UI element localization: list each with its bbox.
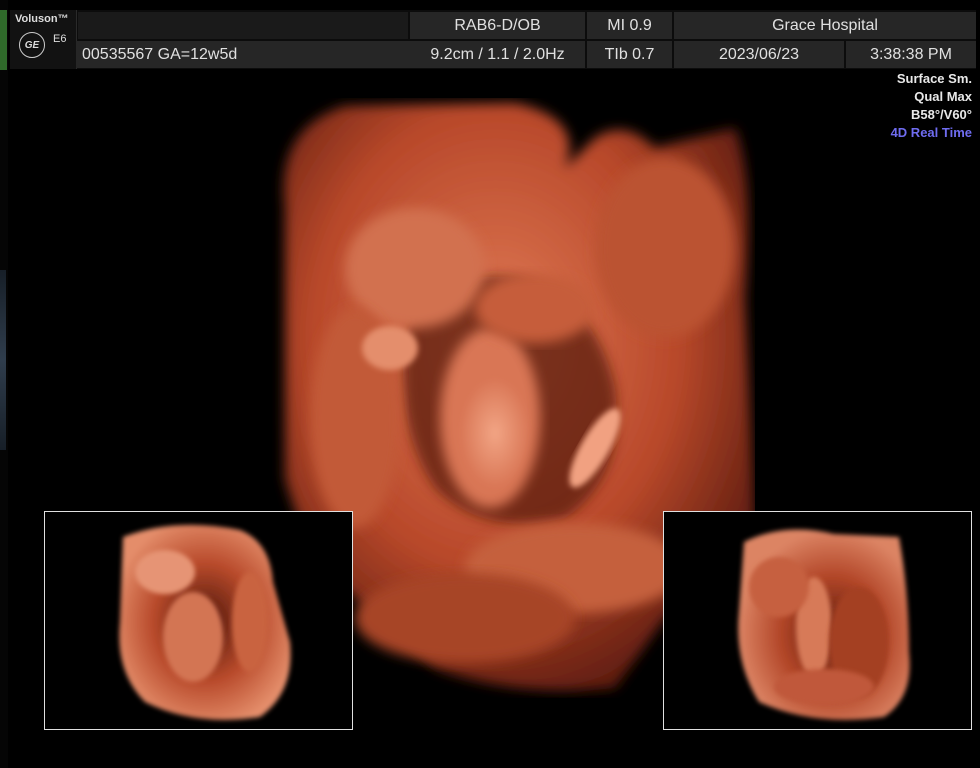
render-settings: Surface Sm. Qual Max B58°/V60° 4D Real T… [891, 70, 972, 142]
mode-label: 4D Real Time [890, 125, 972, 140]
probe-label: RAB6-D/OB [410, 12, 585, 39]
angle-setting: B58°/V60° [911, 107, 972, 122]
left-green-marker [0, 10, 7, 70]
ge-logo-icon: GE [19, 32, 45, 58]
surface-setting: Surface Sm. [896, 71, 972, 86]
brand-panel: Voluson™ GE E6 [10, 10, 77, 69]
left-inset-view [44, 511, 353, 730]
tib-label: TIb 0.7 [587, 41, 672, 68]
quality-setting: Qual Max [914, 89, 972, 104]
left-inset-render [119, 524, 291, 720]
time-label: 3:38:38 PM [846, 41, 976, 68]
date-label: 2023/06/23 [674, 41, 844, 68]
patient-id-label: 00535567 GA=12w5d [76, 41, 410, 68]
status-header: Voluson™ GE E6 RAB6-D/OB MI 0.9 Grace Ho… [10, 10, 976, 69]
right-inset-view [663, 511, 972, 730]
header-blank-cell [78, 12, 408, 39]
brand-name: Voluson™ [15, 13, 69, 25]
left-preview-edge [0, 270, 6, 450]
right-inset-render [738, 529, 910, 720]
mi-label: MI 0.9 [587, 12, 672, 39]
model-name: E6 [53, 33, 67, 45]
hospital-label: Grace Hospital [674, 12, 976, 39]
depth-freq-label: 9.2cm / 1.1 / 2.0Hz [410, 41, 585, 68]
